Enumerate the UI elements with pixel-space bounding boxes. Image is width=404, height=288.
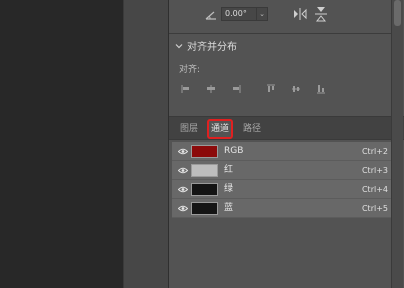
align-section-title: 对齐并分布 xyxy=(187,42,237,53)
right-panel: 0.00° ⌄ 对齐并分布 对齐: 图层 通道 路径 RGB Ctrl+2 红 … xyxy=(168,0,404,288)
channel-name: RGB xyxy=(224,146,244,156)
canvas-area xyxy=(0,0,123,288)
channel-row-red[interactable]: 红 Ctrl+3 xyxy=(172,161,392,180)
toolbar-column xyxy=(123,0,168,288)
align-middle-icon[interactable] xyxy=(291,84,301,94)
eye-icon[interactable] xyxy=(178,148,188,155)
chevron-down-icon xyxy=(175,43,183,48)
channel-thumbnail xyxy=(191,183,218,196)
tab-channels[interactable]: 通道 xyxy=(207,119,234,139)
channel-shortcut: Ctrl+2 xyxy=(361,147,388,156)
channel-row-rgb[interactable]: RGB Ctrl+2 xyxy=(172,142,392,161)
panel-tab-bar: 图层 通道 路径 xyxy=(169,116,404,140)
channel-name: 绿 xyxy=(224,184,234,194)
eye-icon[interactable] xyxy=(178,205,188,212)
channel-shortcut: Ctrl+3 xyxy=(361,166,388,175)
tab-paths[interactable]: 路径 xyxy=(240,121,264,137)
angle-input[interactable]: 0.00° xyxy=(221,7,257,21)
angle-icon xyxy=(205,11,216,20)
panel-scrollbar[interactable] xyxy=(391,0,403,288)
channel-thumbnail xyxy=(191,145,218,158)
align-section-header[interactable]: 对齐并分布 xyxy=(175,38,237,53)
align-top-icon[interactable] xyxy=(266,84,276,94)
channel-shortcut: Ctrl+4 xyxy=(361,185,388,194)
channel-thumbnail xyxy=(191,164,218,177)
divider xyxy=(169,33,391,34)
channel-row-blue[interactable]: 蓝 Ctrl+5 xyxy=(172,199,392,218)
channel-name: 蓝 xyxy=(224,203,234,213)
align-icons-row xyxy=(181,84,331,96)
eye-icon[interactable] xyxy=(178,186,188,193)
chevron-down-icon[interactable]: ⌄ xyxy=(257,7,268,21)
tab-layers[interactable]: 图层 xyxy=(177,121,201,137)
channel-thumbnail xyxy=(191,202,218,215)
scrollbar-thumb[interactable] xyxy=(394,0,401,26)
channel-row-green[interactable]: 绿 Ctrl+4 xyxy=(172,180,392,199)
flip-horizontal-icon[interactable] xyxy=(293,8,307,20)
flip-vertical-icon[interactable] xyxy=(315,6,327,22)
align-center-icon[interactable] xyxy=(206,84,216,94)
channels-list: RGB Ctrl+2 红 Ctrl+3 绿 Ctrl+4 蓝 Ctrl+5 xyxy=(172,142,392,218)
align-right-icon[interactable] xyxy=(231,84,241,94)
transform-row: 0.00° ⌄ xyxy=(169,0,391,30)
align-bottom-icon[interactable] xyxy=(316,84,326,94)
channel-name: 红 xyxy=(224,165,234,175)
eye-icon[interactable] xyxy=(178,167,188,174)
channel-shortcut: Ctrl+5 xyxy=(361,204,388,213)
align-label: 对齐: xyxy=(179,65,201,75)
align-left-icon[interactable] xyxy=(181,84,191,94)
